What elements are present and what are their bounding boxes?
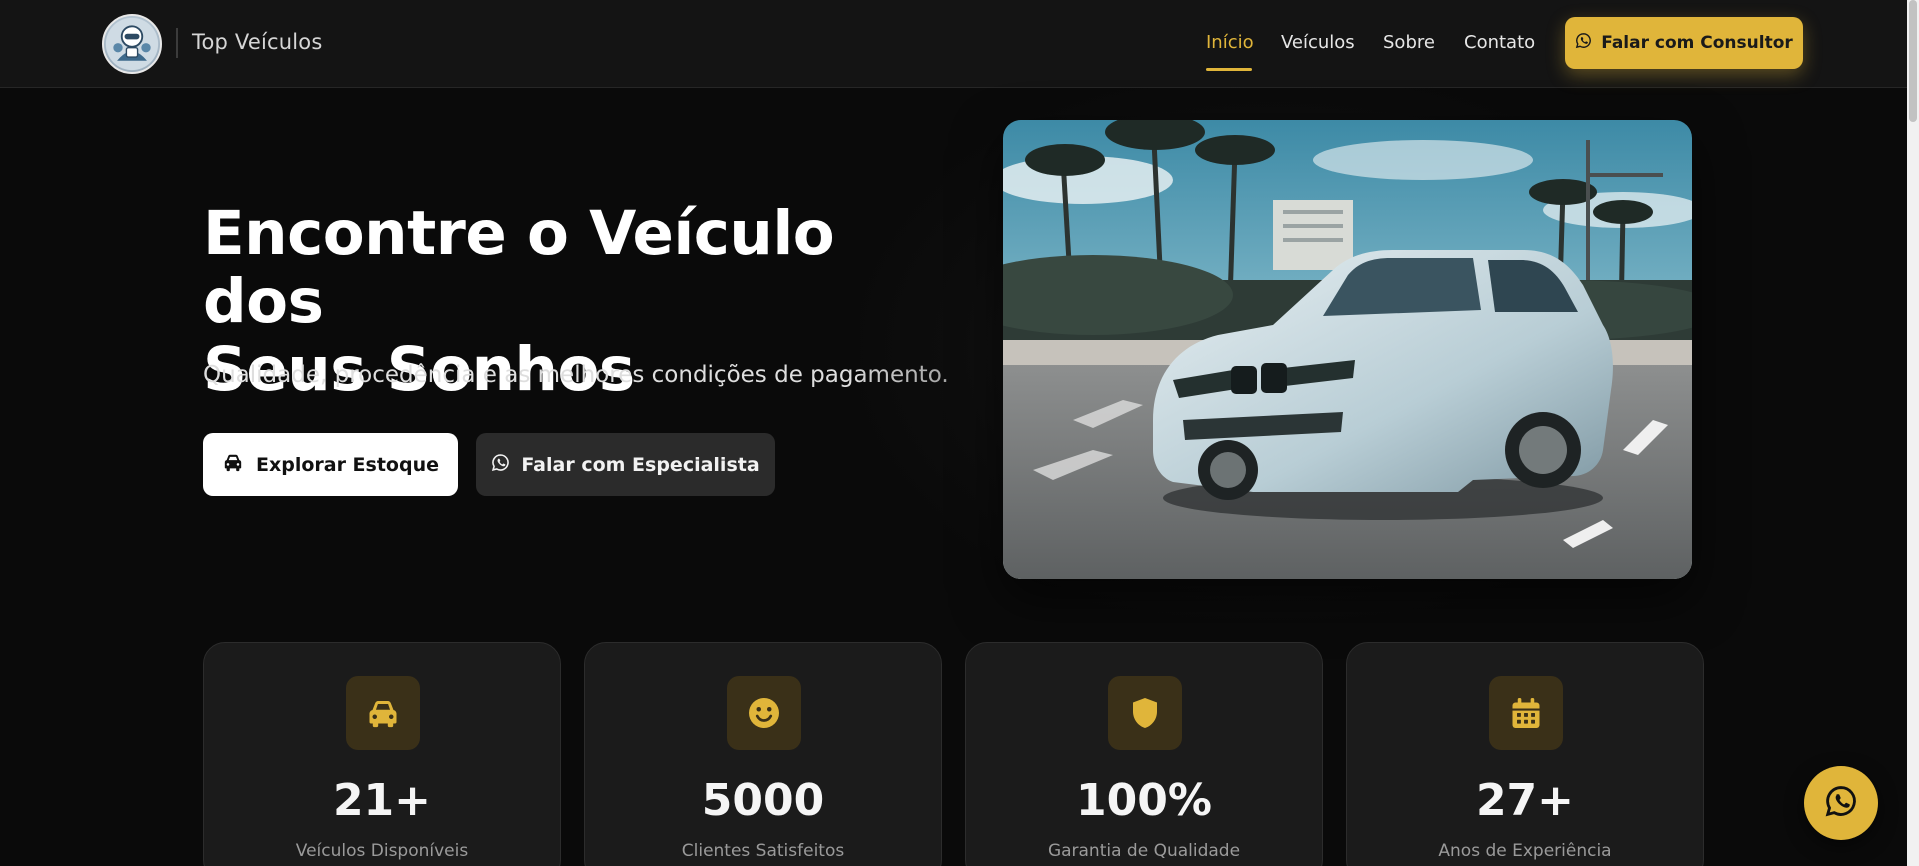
- stat-card-experience: 27+ Anos de Experiência: [1346, 642, 1704, 866]
- stat-label: Garantia de Qualidade: [1047, 841, 1241, 861]
- car-icon: [346, 676, 420, 750]
- hero-car-image: [1003, 120, 1692, 579]
- explore-stock-button[interactable]: Explorar Estoque: [203, 433, 458, 496]
- stat-value: 5000: [701, 775, 825, 826]
- stat-card-clients: 5000 Clientes Satisfeitos: [584, 642, 942, 866]
- talk-to-specialist-label: Falar com Especialista: [521, 453, 760, 476]
- whatsapp-icon: [491, 453, 510, 477]
- talk-to-consultant-label: Falar com Consultor: [1601, 33, 1793, 53]
- car-icon: [222, 452, 244, 477]
- explore-stock-label: Explorar Estoque: [255, 453, 439, 476]
- brand-name[interactable]: Top Veículos: [192, 30, 322, 54]
- whatsapp-icon: [1575, 32, 1592, 54]
- nav-inicio[interactable]: Início: [1206, 32, 1254, 53]
- stat-card-vehicles: 21+ Veículos Disponíveis: [203, 642, 561, 866]
- stat-value: 100%: [1076, 775, 1212, 826]
- floating-whatsapp-button[interactable]: [1804, 766, 1878, 840]
- hero-subtitle: Qualidade, procedência e as melhores con…: [203, 362, 949, 388]
- stat-label: Veículos Disponíveis: [295, 841, 469, 861]
- brand-logo[interactable]: [102, 14, 162, 74]
- talk-to-specialist-button[interactable]: Falar com Especialista: [476, 433, 775, 496]
- smile-icon: [727, 676, 801, 750]
- stat-value: 27+: [1475, 775, 1575, 826]
- talk-to-consultant-button[interactable]: Falar com Consultor: [1565, 17, 1803, 69]
- stat-label: Clientes Satisfeitos: [681, 841, 845, 861]
- shield-icon: [1108, 676, 1182, 750]
- hero-title-line-1: Encontre o Veículo dos: [203, 198, 835, 337]
- site-header: Top Veículos Início Veículos Sobre Conta…: [0, 0, 1907, 88]
- stat-label: Anos de Experiência: [1438, 841, 1612, 861]
- whatsapp-icon: [1824, 784, 1858, 822]
- calendar-icon: [1489, 676, 1563, 750]
- stat-value: 21+: [332, 775, 432, 826]
- nav-veiculos[interactable]: Veículos: [1281, 32, 1355, 53]
- scrollbar-thumb[interactable]: [1909, 0, 1917, 122]
- nav-contato[interactable]: Contato: [1464, 32, 1535, 53]
- page-scrollbar[interactable]: [1907, 0, 1919, 866]
- nav-sobre[interactable]: Sobre: [1383, 32, 1435, 53]
- brand-divider: [176, 28, 178, 58]
- stat-card-quality: 100% Garantia de Qualidade: [965, 642, 1323, 866]
- nav-active-indicator: [1206, 68, 1252, 71]
